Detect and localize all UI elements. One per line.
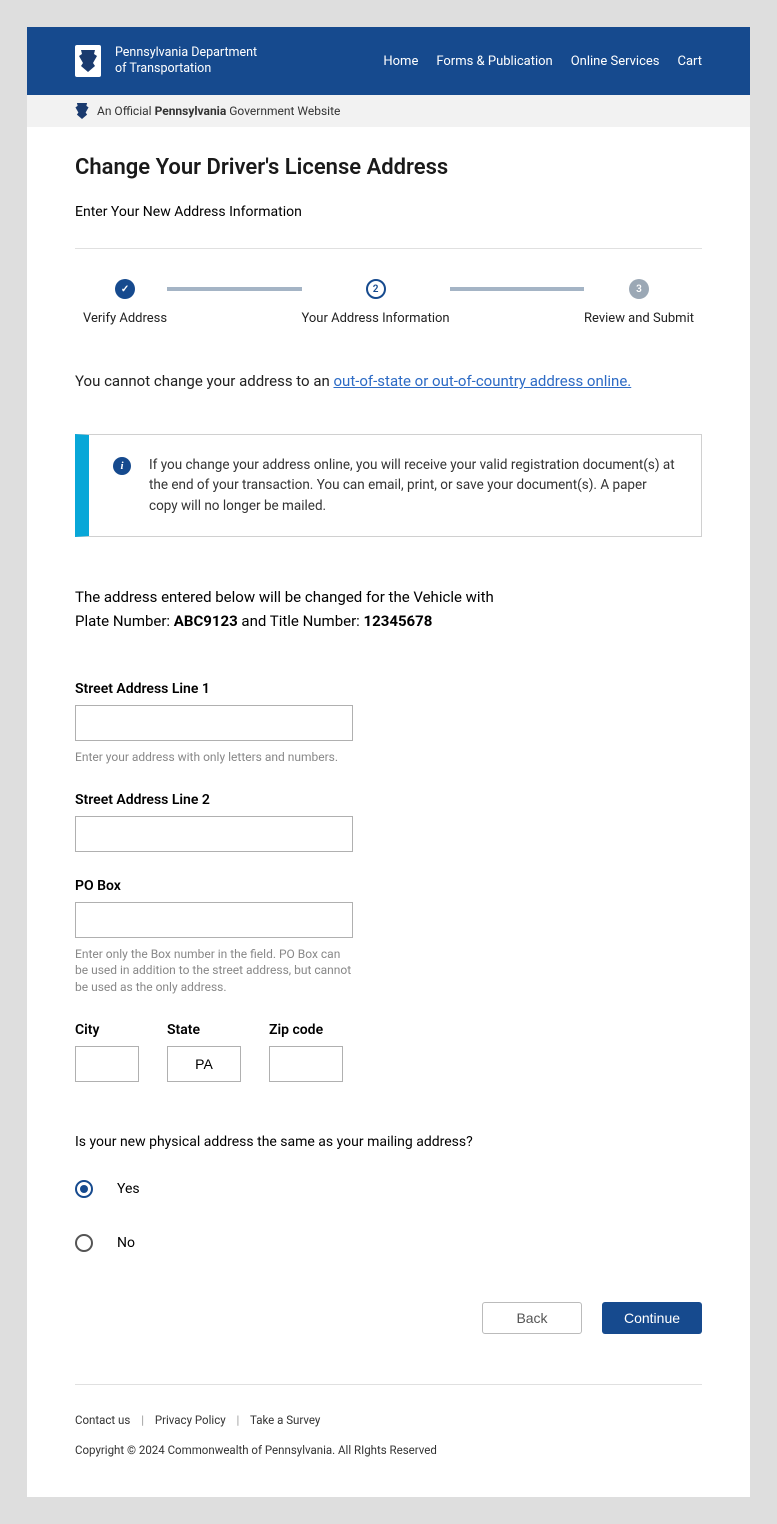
step-connector-1 xyxy=(167,287,301,291)
stepper: ✓ Verify Address 2 Your Address Informat… xyxy=(75,279,702,326)
plate-number: ABC9123 xyxy=(174,612,238,630)
penndot-logo xyxy=(75,45,101,77)
mailing-question: Is your new physical address the same as… xyxy=(75,1134,702,1150)
footer-privacy-link[interactable]: Privacy Policy xyxy=(155,1413,226,1427)
out-of-state-link[interactable]: out-of-state or out-of-country address o… xyxy=(334,372,632,390)
step-3-circle: 3 xyxy=(629,279,649,299)
step-1: ✓ Verify Address xyxy=(83,279,167,326)
continue-button[interactable]: Continue xyxy=(602,1302,702,1334)
zip-label: Zip code xyxy=(269,1022,343,1038)
street1-help: Enter your address with only letters and… xyxy=(75,749,355,766)
step-3: 3 Review and Submit xyxy=(584,279,694,326)
step-2-label: Your Address Information xyxy=(302,311,450,326)
nav-services[interactable]: Online Services xyxy=(571,54,660,69)
nav-forms[interactable]: Forms & Publication xyxy=(436,54,552,69)
footer-contact-link[interactable]: Contact us xyxy=(75,1413,130,1427)
header-brand: Pennsylvania Department of Transportatio… xyxy=(75,45,257,78)
state-input[interactable] xyxy=(167,1046,241,1082)
step-2: 2 Your Address Information xyxy=(302,279,450,326)
street1-input[interactable] xyxy=(75,705,353,741)
pobox-input[interactable] xyxy=(75,902,353,938)
warning-text: You cannot change your address to an out… xyxy=(75,372,702,390)
check-icon: ✓ xyxy=(121,284,129,295)
department-name: Pennsylvania Department of Transportatio… xyxy=(115,45,257,78)
nav-home[interactable]: Home xyxy=(383,54,418,69)
step-3-label: Review and Submit xyxy=(584,311,694,326)
pobox-help: Enter only the Box number in the field. … xyxy=(75,946,355,996)
radio-yes-label: Yes xyxy=(117,1181,140,1197)
back-button[interactable]: Back xyxy=(482,1302,582,1334)
footer-divider xyxy=(75,1384,702,1385)
step-1-circle: ✓ xyxy=(115,279,135,299)
radio-yes-circle xyxy=(75,1180,93,1198)
radio-yes[interactable]: Yes xyxy=(75,1180,702,1198)
keystone-icon xyxy=(75,103,89,119)
page-title: Change Your Driver's License Address xyxy=(75,155,702,180)
mailing-radio-group: Yes No xyxy=(75,1180,702,1252)
info-callout: i If you change your address online, you… xyxy=(75,434,702,537)
nav-links: Home Forms & Publication Online Services… xyxy=(383,54,702,69)
info-icon: i xyxy=(113,457,131,475)
state-label: State xyxy=(167,1022,241,1038)
radio-no-label: No xyxy=(117,1235,135,1251)
street2-input[interactable] xyxy=(75,816,353,852)
page-subtitle: Enter Your New Address Information xyxy=(75,204,702,220)
zip-input[interactable] xyxy=(269,1046,343,1082)
button-row: Back Continue xyxy=(75,1302,702,1334)
step-2-circle: 2 xyxy=(366,279,386,299)
footer-links: Contact us | Privacy Policy | Take a Sur… xyxy=(75,1413,702,1427)
city-label: City xyxy=(75,1022,139,1038)
footer-survey-link[interactable]: Take a Survey xyxy=(250,1413,320,1427)
street2-label: Street Address Line 2 xyxy=(75,792,702,808)
step-connector-2 xyxy=(450,287,584,291)
context-text: The address entered below will be change… xyxy=(75,585,702,633)
info-text: If you change your address online, you w… xyxy=(149,455,677,516)
city-input[interactable] xyxy=(75,1046,139,1082)
header-nav: Pennsylvania Department of Transportatio… xyxy=(27,27,750,95)
gov-bar-suffix: Government Website xyxy=(226,104,340,118)
pobox-label: PO Box xyxy=(75,878,702,894)
title-number: 12345678 xyxy=(364,612,433,630)
copyright: Copyright © 2024 Commonwealth of Pennsyl… xyxy=(75,1443,702,1457)
radio-no[interactable]: No xyxy=(75,1234,702,1252)
divider xyxy=(75,248,702,249)
street1-label: Street Address Line 1 xyxy=(75,681,702,697)
radio-no-circle xyxy=(75,1234,93,1252)
step-1-label: Verify Address xyxy=(83,311,167,326)
nav-cart[interactable]: Cart xyxy=(677,54,702,69)
official-gov-bar: An Official Pennsylvania Government Webs… xyxy=(27,95,750,127)
gov-bar-state: Pennsylvania xyxy=(155,104,227,118)
gov-bar-prefix: An Official xyxy=(97,104,155,118)
